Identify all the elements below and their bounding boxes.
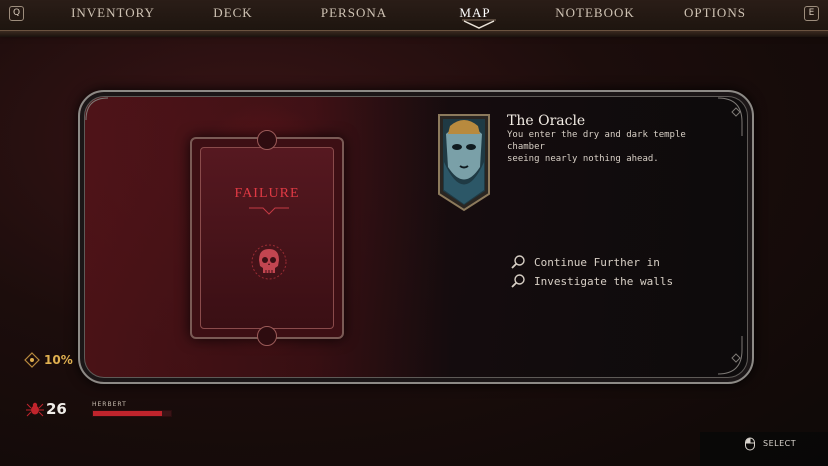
character-status: 26 HERBERT (26, 398, 172, 422)
exploration-percent: 10% (24, 352, 73, 368)
compass-icon (24, 352, 40, 368)
oracle-mask-icon (438, 114, 490, 212)
magnifier-icon (511, 255, 525, 269)
prev-tab-key[interactable]: Q (9, 6, 24, 21)
active-tab-indicator-icon (462, 19, 496, 29)
tab-notebook[interactable]: NOTEBOOK (555, 5, 635, 21)
outcome-card: FAILURE (190, 130, 344, 346)
mouse-icon (745, 437, 755, 451)
select-prompt-bg (700, 432, 828, 466)
tab-options[interactable]: OPTIONS (684, 5, 746, 21)
percent-value: 10% (44, 353, 73, 367)
tab-deck[interactable]: DECK (213, 5, 252, 21)
description-line: You enter the dry and dark temple chambe… (507, 130, 686, 152)
corner-ornament-icon (717, 336, 743, 375)
description-line: seeing nearly nothing ahead. (507, 154, 659, 164)
card-top-medallion-icon (257, 130, 277, 150)
nav-rail (0, 31, 828, 37)
card-frame: FAILURE (200, 147, 334, 329)
skull-icon (251, 244, 287, 280)
corner-ornament-icon (85, 97, 109, 121)
tab-persona[interactable]: PERSONA (321, 5, 387, 21)
choice-investigate-walls[interactable]: Investigate the walls (510, 273, 673, 289)
next-tab-key[interactable]: E (804, 6, 819, 21)
character-name: HERBERT (92, 401, 127, 408)
card-bottom-medallion-icon (257, 326, 277, 346)
encounter-description: You enter the dry and dark temple chambe… (507, 129, 727, 165)
tab-inventory[interactable]: INVENTORY (71, 5, 155, 21)
choice-label: Investigate the walls (534, 274, 674, 288)
encounter-title: The Oracle (507, 113, 586, 129)
health-bar (92, 410, 172, 417)
choice-label: Continue Further in (534, 255, 660, 269)
character-level: 26 (46, 400, 67, 418)
select-prompt-label[interactable]: SELECT (763, 439, 796, 448)
spider-icon (26, 402, 44, 417)
choice-continue-further[interactable]: Continue Further in (510, 254, 660, 270)
health-bar-fill (93, 411, 162, 416)
magnifier-icon (511, 274, 525, 288)
card-title: FAILURE (234, 186, 300, 201)
card-divider-icon (249, 207, 289, 215)
